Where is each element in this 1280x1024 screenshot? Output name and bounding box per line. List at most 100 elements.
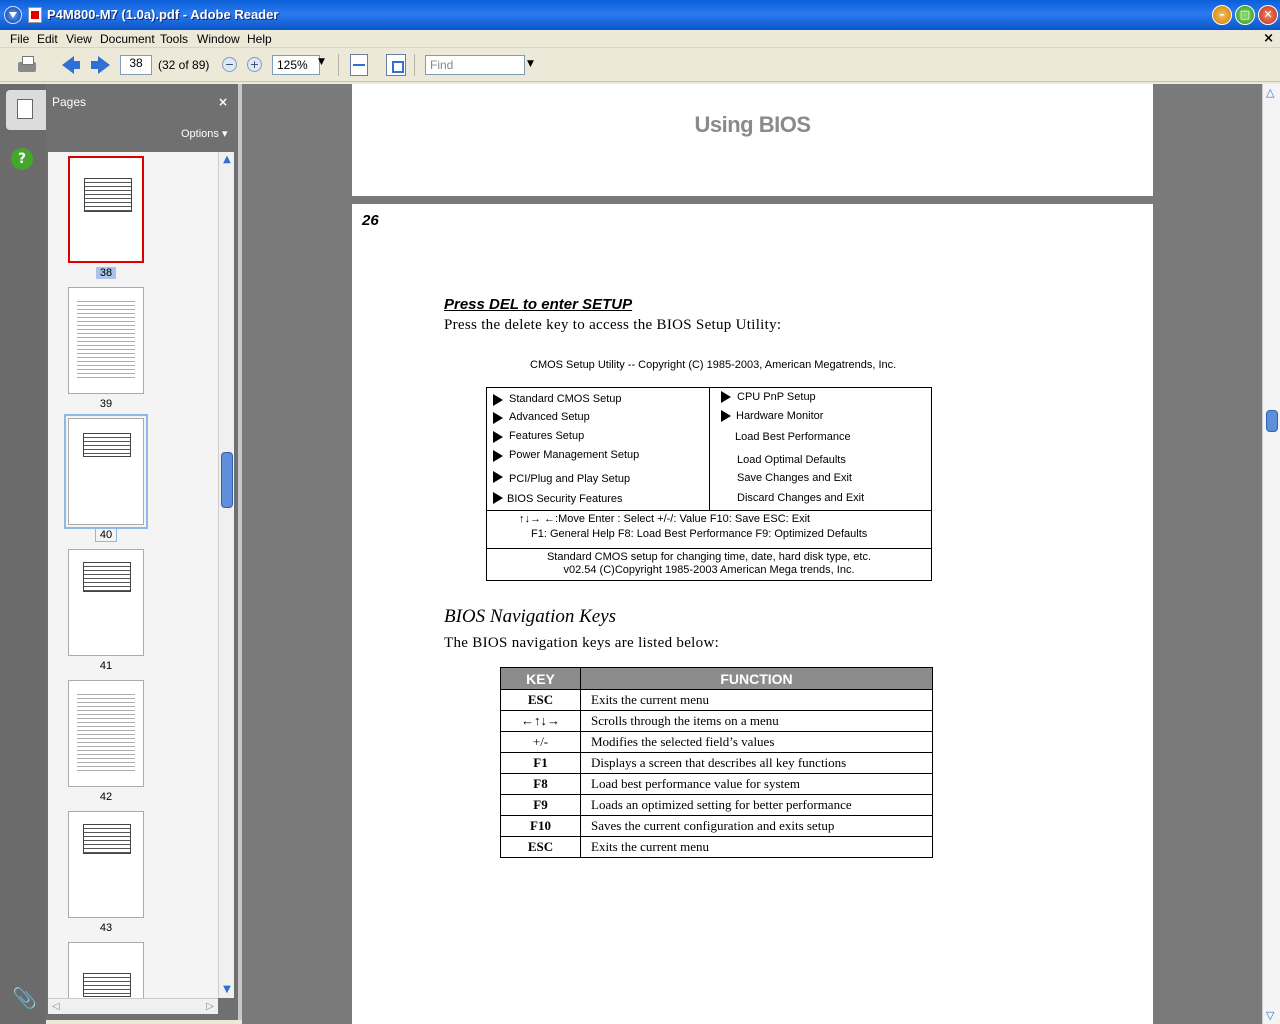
print-icon[interactable] [16,54,38,76]
navigation-keys-table: KEY FUNCTION ESC Exits the current menu … [500,667,933,858]
pdf-page: 26 Press DEL to enter SETUP Press the de… [352,204,1153,1024]
menu-help[interactable]: Help [247,32,272,46]
page-thumbnail[interactable] [68,287,144,394]
key-cell: ESC [500,836,581,858]
scroll-left-icon[interactable]: ◁ [52,1001,60,1012]
table-header: FUNCTION [580,667,933,690]
document-close-button[interactable]: × [1263,31,1274,46]
page-thumbnail[interactable] [68,156,144,263]
cmos-right-item: Load Optimal Defaults [737,454,846,466]
adobe-reader-logo-icon[interactable] [4,6,22,24]
scrollbar-thumb[interactable] [221,452,233,508]
function-cell: Displays a screen that describes all key… [580,752,933,774]
scroll-up-icon[interactable]: △ [1266,86,1274,99]
page-header: Using BIOS [694,112,811,137]
key-cell: F10 [500,815,581,837]
function-cell: Modifies the selected field’s values [580,731,933,753]
function-cell: Exits the current menu [580,689,933,711]
function-cell: Scrolls through the items on a menu [580,710,933,732]
menu-view[interactable]: View [66,32,92,46]
cmos-right-item: Hardware Monitor [736,410,824,422]
zoom-dropdown-icon[interactable]: ▼ [318,57,325,67]
table-header: KEY [500,667,581,690]
triangle-icon [493,412,503,424]
key-cell: ESC [500,689,581,711]
scroll-down-icon[interactable]: ▼ [221,984,233,996]
pages-options-button[interactable]: Options ▾ [181,127,228,140]
thumbnail-label: 41 [99,660,113,672]
page-thumbnail[interactable] [68,680,144,787]
scroll-right-icon[interactable]: ▷ [206,1001,214,1012]
cmos-right-item: CPU PnP Setup [737,391,816,403]
pages-tab-icon[interactable] [6,90,46,130]
section-heading: Press DEL to enter SETUP [444,296,633,313]
menu-document[interactable]: Document [100,32,155,46]
thumbnail-list[interactable]: 38 39 40 41 42 43 [48,152,218,1000]
thumbnail-label: 38 [68,267,144,279]
section-text: Press the delete key to access the BIOS … [444,317,782,333]
function-cell: Loads an optimized setting for better pe… [580,794,933,816]
find-dropdown-icon[interactable]: ▼ [527,59,534,69]
toolbar-separator [338,54,339,76]
triangle-icon [493,450,503,462]
navigation-strip [0,84,46,1024]
fit-page-icon[interactable] [386,54,406,76]
zoom-level-input[interactable]: 125% [272,55,320,75]
minimize-button[interactable]: – [1212,5,1232,25]
menu-edit[interactable]: Edit [37,32,58,46]
thumbnail-horizontal-scrollbar[interactable]: ◁ ▷ [48,998,218,1014]
cmos-left-item: Power Management Setup [509,449,640,461]
next-page-icon[interactable] [90,54,112,76]
triangle-icon [493,471,503,483]
zoom-in-icon[interactable]: + [247,57,262,72]
function-cell: Load best performance value for system [580,773,933,795]
close-window-button[interactable]: ✕ [1258,5,1278,25]
find-input[interactable]: Find [425,55,525,75]
cmos-left-item: Features Setup [509,430,585,442]
menu-tools[interactable]: Tools [160,32,188,46]
fit-width-icon[interactable] [350,54,368,76]
scrollbar-thumb[interactable] [1266,410,1278,432]
key-cell: F9 [500,794,581,816]
key-cell: ←↑↓→ [500,710,581,732]
triangle-icon [721,391,731,403]
restore-button[interactable]: □ [1235,5,1255,25]
section-text: The BIOS navigation keys are listed belo… [444,635,720,651]
page-thumbnail[interactable] [64,414,148,529]
scroll-down-icon[interactable]: ▽ [1266,1009,1274,1022]
thumbnail-scrollbar[interactable]: ▲ ▼ [218,152,234,998]
cmos-left-item: Standard CMOS Setup [509,393,622,405]
page-thumbnail[interactable] [68,942,144,1000]
cmos-footer-line: Standard CMOS setup for changing time, d… [546,551,872,563]
thumbnail-label: 42 [99,791,113,803]
table-row: ESC Exits the current menu [500,836,933,858]
scroll-up-icon[interactable]: ▲ [221,154,233,166]
pages-panel-title: Pages [52,95,87,109]
document-view[interactable]: Using BIOS 26 Press DEL to enter SETUP P… [242,84,1262,1024]
previous-page-icon[interactable] [60,54,82,76]
pdf-document-icon [28,7,42,23]
triangle-icon [721,410,731,422]
menu-window[interactable]: Window [197,32,240,46]
attachments-icon[interactable]: 📎 [12,986,37,1010]
cmos-left-item: BIOS Security Features [507,493,623,505]
page-thumbnail[interactable] [68,549,144,656]
table-row: ESC Exits the current menu [500,689,933,711]
key-cell: F1 [500,752,581,774]
page-thumbnail[interactable] [68,811,144,918]
document-scrollbar[interactable]: △ ▽ [1262,84,1280,1024]
menu-file[interactable]: File [10,32,29,46]
cmos-footer-line: v02.54 (C)Copyright 1985-2003 American M… [563,564,855,576]
pages-panel-close-button[interactable]: × [218,95,228,109]
cmos-keys-line: F1: General Help F8: Load Best Performan… [531,528,868,540]
cmos-right-item: Load Best Performance [735,431,851,443]
zoom-out-icon[interactable]: − [222,57,237,72]
menu-bar: File Edit View Document Tools Window Hel… [0,30,1280,48]
key-cell: +/- [500,731,581,753]
cmos-menu-figure: Standard CMOS Setup Advanced Setup Featu… [486,387,932,581]
thumbnail-label: 39 [99,398,113,410]
page-number-input[interactable]: 38 [120,55,152,75]
table-row: +/- Modifies the selected field’s values [500,731,933,753]
cmos-left-item: PCI/Plug and Play Setup [509,473,631,485]
help-icon[interactable]: ? [11,148,33,170]
